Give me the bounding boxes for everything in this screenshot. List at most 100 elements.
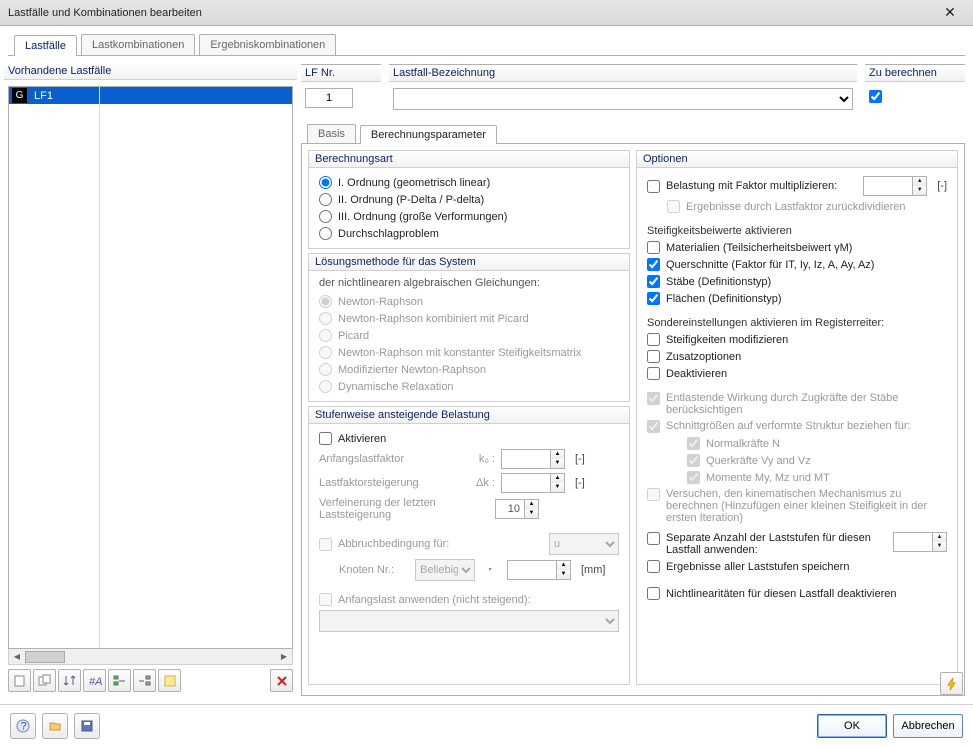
opt-modstiff-label: Steifigkeiten modifizieren	[666, 334, 788, 346]
solver-opt-6	[319, 380, 332, 393]
tab-lastfaelle[interactable]: Lastfälle	[14, 35, 77, 56]
bez-label: Lastfall-Bezeichnung	[389, 65, 857, 82]
opt-mech-label: Versuchen, den kinematischen Mechanismus…	[666, 488, 947, 524]
calc-opt-4-label: Durchschlagproblem	[338, 228, 439, 240]
opt-deact-label: Deaktivieren	[666, 368, 727, 380]
bez-select[interactable]	[393, 88, 853, 110]
loadcase-list[interactable]: G LF1	[8, 86, 293, 649]
solver-fieldset: Lösungsmethode für das System der nichtl…	[308, 253, 630, 402]
incr-stop-label: Abbruchbedingung für:	[338, 538, 449, 550]
opt-divback	[667, 200, 680, 213]
opt-mult-input	[863, 176, 913, 196]
include-button[interactable]	[108, 669, 131, 692]
sort-button[interactable]	[58, 669, 81, 692]
calc-opt-1-label: I. Ordnung (geometrisch linear)	[338, 177, 490, 189]
tab-basis[interactable]: Basis	[307, 124, 356, 143]
incr-p3-label: Verfeinerung der letzten Laststeigerung	[319, 497, 489, 521]
opt-relief	[647, 392, 660, 405]
tab-berechnungsparameter[interactable]: Berechnungsparameter	[360, 125, 497, 144]
delete-button[interactable]	[270, 669, 293, 692]
calc-opt-2[interactable]	[319, 193, 332, 206]
calc-fieldset: Berechnungsart I. Ordnung (geometrisch l…	[308, 150, 630, 249]
opt-sep-label: Separate Anzahl der Laststufen für diese…	[666, 532, 887, 556]
opt-nonlin[interactable]	[647, 587, 660, 600]
incr-initload	[319, 593, 332, 606]
left-header: Vorhandene Lastfälle	[4, 63, 297, 80]
opt-save[interactable]	[647, 560, 660, 573]
opt-internal	[647, 420, 660, 433]
solver-opt-6-label: Dynamische Relaxation	[338, 381, 454, 393]
solver-opt-4	[319, 346, 332, 359]
lightning-button[interactable]	[940, 672, 963, 695]
incr-node-select: Beliebig	[415, 559, 475, 581]
special-header: Sondereinstellungen aktivieren im Regist…	[647, 317, 947, 329]
incr-p1-label: Anfangslastfaktor	[319, 453, 459, 465]
opt-save-label: Ergebnisse aller Laststufen speichern	[666, 561, 849, 573]
lfnr-input[interactable]	[305, 88, 353, 108]
list-divider	[99, 87, 100, 648]
pick-node-button	[481, 560, 501, 580]
unit-none-1: [-]	[575, 453, 585, 465]
h-scrollbar[interactable]: ◀ ▶	[8, 649, 293, 665]
opt-cross[interactable]	[647, 258, 660, 271]
solver-opt-4-label: Newton-Raphson mit konstanter Steifigkei…	[338, 347, 581, 359]
calc-opt-3[interactable]	[319, 210, 332, 223]
opt-extra-label: Zusatzoptionen	[666, 351, 741, 363]
solver-opt-1	[319, 295, 332, 308]
opt-sep[interactable]	[647, 532, 660, 545]
solver-opt-1-label: Newton-Raphson	[338, 296, 423, 308]
tab-ergebniskombinationen[interactable]: Ergebniskombinationen	[199, 34, 336, 55]
scroll-thumb[interactable]	[25, 651, 65, 663]
calc-opt-4[interactable]	[319, 227, 332, 240]
select-all-button[interactable]	[158, 669, 181, 692]
renumber-button[interactable]: #A	[83, 669, 106, 692]
solver-opt-2-label: Newton-Raphson kombiniert mit Picard	[338, 313, 529, 325]
cancel-button[interactable]: Abbrechen	[893, 714, 963, 738]
scroll-right-icon[interactable]: ▶	[276, 650, 292, 664]
calc-opt-1[interactable]	[319, 176, 332, 189]
incr-node-val	[507, 560, 557, 580]
opt-deact[interactable]	[647, 367, 660, 380]
svg-text:#A: #A	[89, 676, 102, 688]
incr-node-label: Knoten Nr.:	[339, 564, 409, 576]
solver-opt-3-label: Picard	[338, 330, 369, 342]
scroll-left-icon[interactable]: ◀	[9, 650, 25, 664]
save-button[interactable]	[74, 713, 100, 739]
incr-header: Stufenweise ansteigende Belastung	[309, 407, 629, 424]
copy-button[interactable]	[33, 669, 56, 692]
main-tabs: Lastfälle Lastkombinationen Ergebniskomb…	[8, 34, 965, 56]
opt-mult[interactable]	[647, 180, 660, 193]
help-button[interactable]: ?	[10, 713, 36, 739]
solver-opt-3	[319, 329, 332, 342]
svg-text:?: ?	[21, 721, 27, 733]
lfnr-label: LF Nr.	[301, 65, 381, 82]
list-item[interactable]: G LF1	[9, 87, 292, 104]
ok-button[interactable]: OK	[817, 714, 887, 738]
tab-lastkombinationen[interactable]: Lastkombinationen	[81, 34, 195, 55]
left-toolbar: #A	[8, 669, 293, 692]
titlebar: Lastfälle und Kombinationen bearbeiten ✕	[0, 0, 973, 26]
new-button[interactable]	[8, 669, 31, 692]
opt-v-label: Querkräfte Vy and Vz	[706, 455, 811, 467]
close-icon[interactable]: ✕	[935, 3, 965, 23]
opt-sep-input	[893, 532, 933, 552]
incr-p1-sym: k₀ :	[465, 453, 495, 465]
exclude-button[interactable]	[133, 669, 156, 692]
incr-p3-input	[495, 499, 525, 519]
stiff-header: Steifigkeitsbeiwerte aktivieren	[647, 225, 947, 237]
incr-activate-label: Aktivieren	[338, 433, 386, 445]
opt-bars[interactable]	[647, 275, 660, 288]
opt-nonlin-label: Nichtlinearitäten für diesen Lastfall de…	[666, 588, 897, 600]
opt-modstiff[interactable]	[647, 333, 660, 346]
incr-activate[interactable]	[319, 432, 332, 445]
zub-checkbox[interactable]	[869, 90, 882, 103]
opt-mat[interactable]	[647, 241, 660, 254]
solver-header: Lösungsmethode für das System	[309, 254, 629, 271]
opt-planes[interactable]	[647, 292, 660, 305]
inner-tabs: Basis Berechnungsparameter	[301, 124, 965, 144]
opt-extra[interactable]	[647, 350, 660, 363]
unit-none-2: [-]	[575, 477, 585, 489]
open-button[interactable]	[42, 713, 68, 739]
zub-label: Zu berechnen	[865, 65, 965, 82]
incr-p1-input	[501, 449, 551, 469]
